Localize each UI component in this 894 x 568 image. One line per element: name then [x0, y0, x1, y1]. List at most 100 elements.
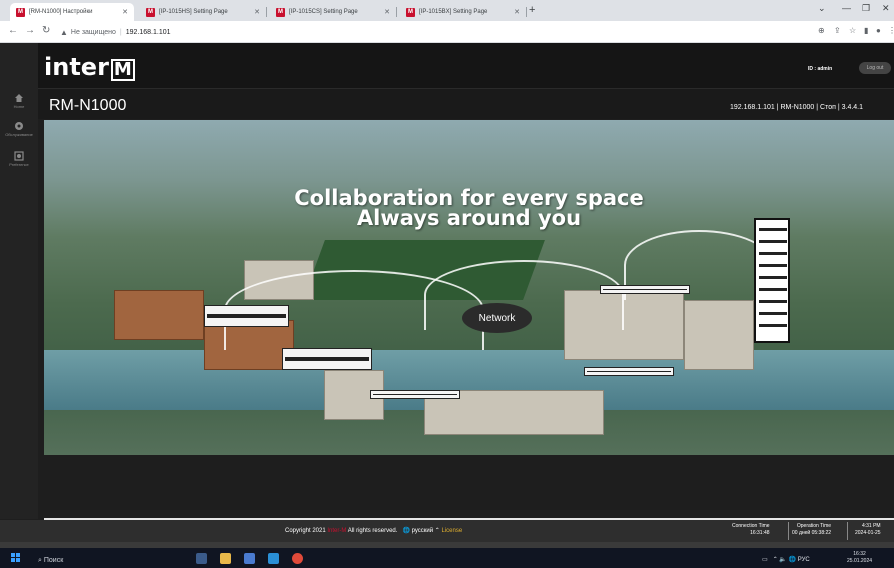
forward-icon[interactable]: →: [25, 25, 35, 36]
tab-label: [IP-1015BX] Setting Page: [419, 9, 488, 15]
rights-text: All rights reserved.: [347, 528, 398, 534]
taskbar-search[interactable]: ⌕ Поиск: [38, 557, 63, 565]
license-link[interactable]: License: [442, 528, 463, 534]
mail-icon[interactable]: [268, 553, 279, 564]
tab-separator: [396, 7, 397, 17]
hero-banner: Collaboration for every space Always aro…: [44, 120, 894, 455]
close-icon[interactable]: ✕: [254, 8, 260, 16]
chevron-up-icon[interactable]: ⌃: [435, 528, 440, 534]
brand-link[interactable]: Inter-M: [327, 528, 346, 534]
logo-text: inter: [44, 53, 109, 81]
tab-list-icon[interactable]: ⌄: [818, 3, 826, 14]
current-date-value: 2024-01-25: [855, 530, 881, 536]
user-id-label: ID : admin: [808, 66, 833, 72]
tab-separator: [266, 7, 267, 17]
operation-time: Operation Time 00 дней 05:38:22: [792, 523, 831, 537]
chrome-icon[interactable]: [292, 553, 303, 564]
taskbar-search-label: Поиск: [43, 557, 64, 564]
amplifier-device-graphic: [282, 348, 372, 370]
logo-mark: M: [110, 59, 135, 81]
browser-toolbar: ← → ↻ ▲ Не защищено | 192.168.1.101 ⊕ ⇪ …: [0, 21, 894, 43]
minimize-icon[interactable]: —: [842, 3, 851, 13]
rack-slot: [759, 300, 787, 303]
interm-favicon-icon: M: [406, 7, 415, 17]
nav-item-preference[interactable]: Preference: [0, 151, 38, 167]
tab-ip-1015hs[interactable]: M [IP-1015HS] Setting Page ✕: [140, 3, 267, 21]
stat-divider: [788, 522, 789, 540]
nav-label: Preference: [9, 162, 29, 167]
reload-icon[interactable]: ↻: [42, 25, 50, 36]
taskbar-time: 16:32: [853, 551, 866, 557]
amplifier-device-graphic: [204, 305, 289, 327]
copyright-text: Copyright 2021 Inter-M All rights reserv…: [285, 527, 462, 534]
windows-taskbar: [0, 548, 894, 568]
warning-icon: ▲: [60, 27, 68, 37]
keyboard-icon[interactable]: ▭: [762, 557, 768, 563]
start-square: [11, 553, 15, 557]
insecure-label: Не защищено: [70, 28, 116, 36]
globe-icon: 🌐: [402, 528, 410, 534]
close-window-icon[interactable]: ✕: [882, 3, 890, 14]
browser-tab-bar: M [RM-N1000] Настройки ✕ M [IP-1015HS] S…: [0, 0, 894, 21]
tab-rm-n1000[interactable]: M [RM-N1000] Настройки ✕: [10, 3, 134, 21]
network-device-graphic: [370, 390, 460, 399]
preference-icon: [14, 151, 24, 161]
nav-item-maintenance[interactable]: Обслуживание: [0, 121, 38, 137]
input-language[interactable]: РУС: [798, 557, 810, 563]
interm-favicon-icon: M: [16, 7, 25, 17]
stat-divider: [847, 522, 848, 540]
network-device-graphic: [584, 367, 674, 376]
current-time-value: 4:31 PM: [861, 523, 881, 529]
bookmark-star-icon[interactable]: ☆: [849, 26, 856, 35]
tab-label: [IP-1015CS] Setting Page: [289, 9, 358, 15]
network-icon[interactable]: 🌐: [789, 557, 796, 563]
tab-ip-1015cs[interactable]: M [IP-1015CS] Setting Page ✕: [270, 3, 397, 21]
store-icon[interactable]: [244, 553, 255, 564]
current-time: 4:31 PM 2024-01-25: [855, 523, 881, 537]
address-bar[interactable]: ▲ Не защищено | 192.168.1.101: [60, 24, 820, 40]
share-icon[interactable]: ⇪: [834, 26, 841, 35]
hero-headline: Collaboration for every space Always aro…: [44, 188, 894, 229]
zoom-icon[interactable]: ⊕: [818, 26, 825, 35]
tab-label: [RM-N1000] Настройки: [29, 9, 93, 15]
side-panel-icon[interactable]: ▮: [864, 26, 868, 35]
nav-label: Обслуживание: [5, 132, 33, 137]
network-device-graphic: [600, 285, 690, 294]
logout-button[interactable]: Log out: [859, 62, 891, 74]
rack-slot: [759, 312, 787, 315]
back-icon[interactable]: ←: [8, 25, 18, 36]
close-icon[interactable]: ✕: [514, 8, 520, 16]
tab-ip-1015bx[interactable]: M [IP-1015BX] Setting Page ✕: [400, 3, 527, 21]
speaker-icon[interactable]: 🔈: [779, 557, 786, 563]
task-view-icon[interactable]: [196, 553, 207, 564]
left-navigation: Home Обслуживание Preference: [0, 43, 38, 519]
interm-favicon-icon: M: [146, 7, 155, 17]
taskbar-clock[interactable]: 16:32 25.01.2024: [847, 551, 872, 565]
menu-icon[interactable]: ⋮: [888, 26, 894, 35]
connection-time-value: 16:31:48: [750, 530, 770, 536]
network-badge: Network: [462, 303, 532, 333]
rack-slot: [759, 228, 787, 231]
profile-icon[interactable]: ●: [876, 26, 881, 35]
new-tab-button[interactable]: +: [529, 4, 535, 16]
nav-item-home[interactable]: Home: [0, 93, 38, 109]
nav-label: Home: [13, 104, 25, 109]
language-select[interactable]: русский: [412, 528, 434, 534]
tab-separator: [526, 7, 527, 17]
url-text: 192.168.1.101: [125, 28, 171, 36]
restore-icon[interactable]: ❐: [862, 3, 870, 14]
rack-slot: [759, 288, 787, 291]
close-icon[interactable]: ✕: [122, 8, 128, 16]
connection-time-label: Connection Time: [732, 523, 770, 529]
chevron-up-icon[interactable]: ⌃: [773, 557, 778, 563]
start-square: [16, 553, 20, 557]
rack-slot: [759, 252, 787, 255]
windows-start-icon[interactable]: [11, 553, 20, 562]
file-explorer-icon[interactable]: [220, 553, 231, 564]
app-header: [38, 43, 894, 88]
device-name: RM-N1000: [49, 97, 127, 114]
copyright-prefix: Copyright 2021: [285, 528, 326, 534]
start-square: [11, 558, 15, 562]
close-icon[interactable]: ✕: [384, 8, 390, 16]
equipment-rack-graphic: [754, 218, 790, 343]
